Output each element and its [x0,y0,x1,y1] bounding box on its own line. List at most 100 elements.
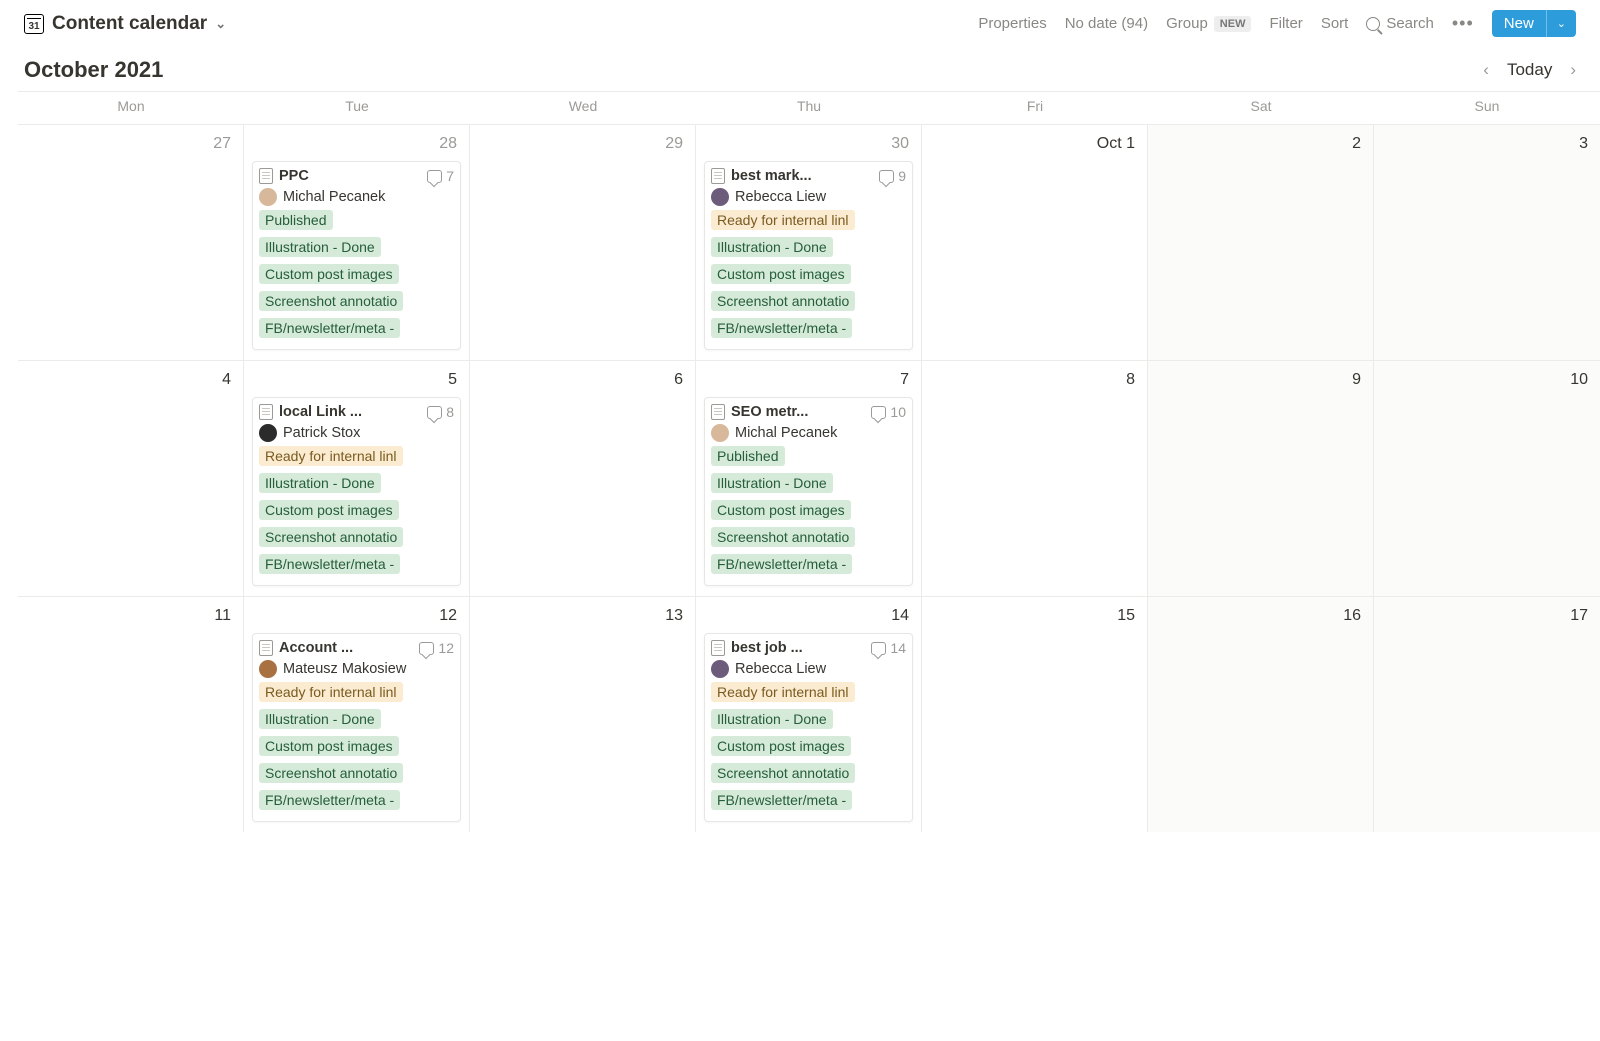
day-number: 3 [1380,131,1594,161]
month-bar: October 2021 ‹ Today › [0,43,1600,91]
comment-count[interactable]: 12 [419,640,454,656]
day-cell[interactable]: 5local Link ...8Patrick StoxReady for in… [244,361,470,596]
calendar: MonTueWedThuFriSatSun 2728PPC7Michal Pec… [18,91,1600,832]
status-tag: Ready for internal linl [711,210,855,230]
day-cell[interactable]: 29 [470,125,696,360]
day-cell[interactable]: 3 [1374,125,1600,360]
status-tag: Custom post images [259,736,399,756]
weekday-label: Sat [1148,98,1374,114]
comment-number: 14 [890,640,906,656]
group-button[interactable]: Group NEW [1166,15,1251,32]
day-cell[interactable]: 6 [470,361,696,596]
status-tag: Ready for internal linl [259,446,403,466]
author-name: Rebecca Liew [735,189,826,205]
comment-number: 8 [446,404,454,420]
no-date-button[interactable]: No date (94) [1065,15,1148,32]
prev-month-button[interactable]: ‹ [1483,60,1489,80]
status-tag: FB/newsletter/meta - [711,318,852,338]
calendar-card[interactable]: Account ...12Mateusz MakosiewReady for i… [252,633,461,822]
page-icon [259,168,273,184]
day-number: 13 [476,603,689,633]
status-tag: Illustration - Done [259,473,381,493]
author-name: Michal Pecanek [735,425,837,441]
status-tag: Illustration - Done [259,709,381,729]
weekday-label: Tue [244,98,470,114]
status-tag: Published [711,446,785,466]
comment-count[interactable]: 7 [427,168,454,184]
day-cell[interactable]: 11 [18,597,244,832]
status-tag: FB/newsletter/meta - [259,554,400,574]
card-title: PPC [279,168,421,184]
search-label: Search [1386,15,1434,32]
day-cell[interactable]: 16 [1148,597,1374,832]
author-name: Michal Pecanek [283,189,385,205]
card-author: Patrick Stox [259,424,454,442]
new-button-dropdown[interactable]: ⌄ [1546,10,1576,37]
day-cell[interactable]: 27 [18,125,244,360]
sort-button[interactable]: Sort [1321,15,1349,32]
view-switcher[interactable]: 31 Content calendar ⌄ [24,13,226,35]
day-cell[interactable]: Oct 1 [922,125,1148,360]
card-author: Mateusz Makosiew [259,660,454,678]
calendar-card[interactable]: best mark...9Rebecca LiewReady for inter… [704,161,913,350]
card-header: PPC 7 [259,168,454,184]
day-cell[interactable]: 17 [1374,597,1600,832]
day-number: 28 [250,131,463,161]
day-cell[interactable]: 13 [470,597,696,832]
new-button-label: New [1492,10,1546,37]
day-cell[interactable]: 2 [1148,125,1374,360]
day-cell[interactable]: 15 [922,597,1148,832]
week-row: 1112Account ...12Mateusz MakosiewReady f… [18,596,1600,832]
search-button[interactable]: Search [1366,15,1434,32]
calendar-card[interactable]: local Link ...8Patrick StoxReady for int… [252,397,461,586]
status-tag: Custom post images [711,500,851,520]
card-title: SEO metr... [731,404,865,420]
next-month-button[interactable]: › [1570,60,1576,80]
comment-count[interactable]: 10 [871,404,906,420]
day-cell[interactable]: 4 [18,361,244,596]
calendar-card[interactable]: PPC7Michal PecanekPublishedIllustration … [252,161,461,350]
day-number: 17 [1380,603,1594,633]
status-tag: Custom post images [711,264,851,284]
day-cell[interactable]: 10 [1374,361,1600,596]
status-tag: Screenshot annotatio [259,763,403,783]
day-cell[interactable]: 9 [1148,361,1374,596]
new-button[interactable]: New ⌄ [1492,10,1576,37]
properties-button[interactable]: Properties [978,15,1046,32]
author-name: Mateusz Makosiew [283,661,406,677]
week-row: 45local Link ...8Patrick StoxReady for i… [18,360,1600,596]
day-number: 16 [1154,603,1367,633]
weekday-header: MonTueWedThuFriSatSun [18,92,1600,124]
comment-icon [427,406,442,419]
status-tag: Custom post images [259,500,399,520]
today-button[interactable]: Today [1507,60,1552,80]
comment-count[interactable]: 9 [879,168,906,184]
filter-button[interactable]: Filter [1269,15,1302,32]
comment-number: 12 [438,640,454,656]
day-cell[interactable]: 28PPC7Michal PecanekPublishedIllustratio… [244,125,470,360]
comment-number: 9 [898,168,906,184]
day-cell[interactable]: 7SEO metr...10Michal PecanekPublishedIll… [696,361,922,596]
status-tag: FB/newsletter/meta - [259,790,400,810]
comment-icon [879,170,894,183]
status-tag: FB/newsletter/meta - [711,790,852,810]
weekday-label: Mon [18,98,244,114]
card-header: best job ...14 [711,640,906,656]
calendar-card[interactable]: best job ...14Rebecca LiewReady for inte… [704,633,913,822]
day-cell[interactable]: 30best mark...9Rebecca LiewReady for int… [696,125,922,360]
day-cell[interactable]: 14best job ...14Rebecca LiewReady for in… [696,597,922,832]
day-cell[interactable]: 12Account ...12Mateusz MakosiewReady for… [244,597,470,832]
status-tag: Screenshot annotatio [259,291,403,311]
status-tag: Screenshot annotatio [711,291,855,311]
avatar [259,660,277,678]
comment-count[interactable]: 8 [427,404,454,420]
page-icon [711,168,725,184]
comment-count[interactable]: 14 [871,640,906,656]
day-number: 30 [702,131,915,161]
calendar-card[interactable]: SEO metr...10Michal PecanekPublishedIllu… [704,397,913,586]
day-cell[interactable]: 8 [922,361,1148,596]
comment-icon [419,642,434,655]
more-button[interactable]: ••• [1452,13,1474,34]
avatar [711,660,729,678]
month-label: October 2021 [24,57,163,83]
